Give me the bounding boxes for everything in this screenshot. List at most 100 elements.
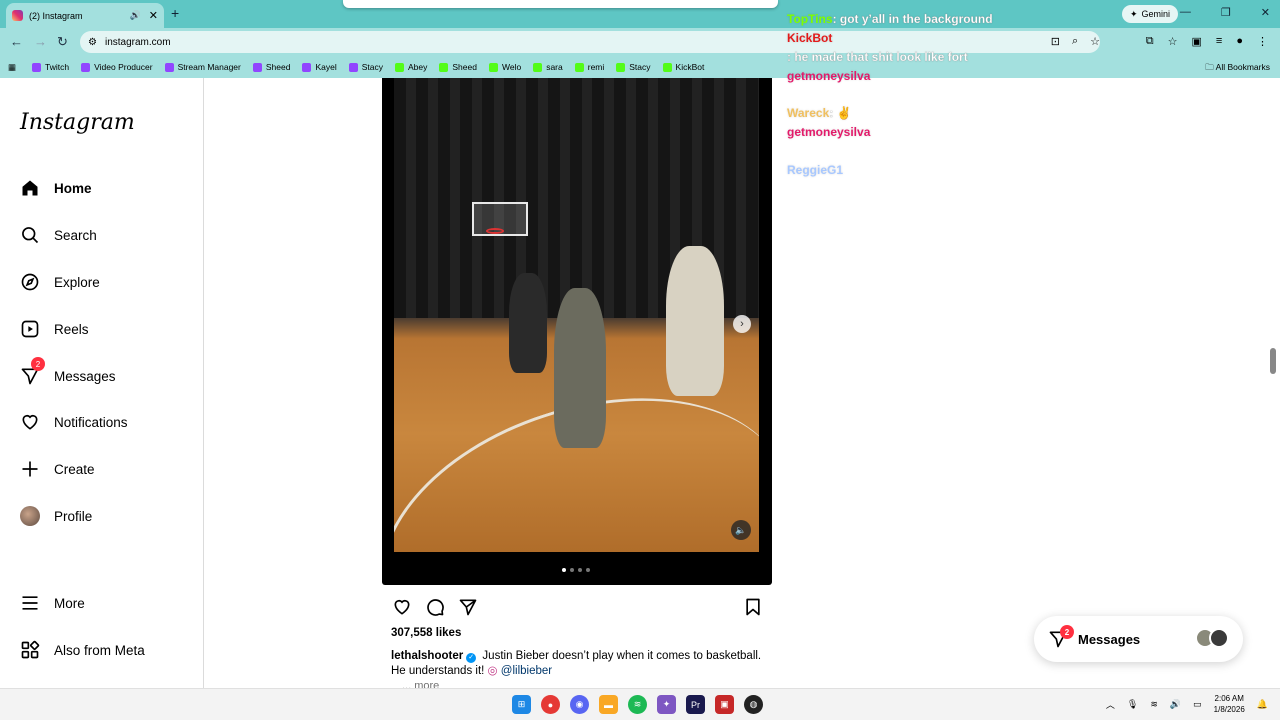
bookmark-item[interactable]: Stacy (616, 62, 651, 72)
speaker-icon[interactable]: 🔊 (130, 10, 141, 21)
bookmark-favicon-icon (302, 62, 312, 72)
premiere-icon[interactable]: Pr (686, 695, 705, 714)
close-window-icon[interactable]: ✕ (1261, 6, 1270, 19)
gemini-button[interactable]: ✦ Gemini (1122, 5, 1179, 23)
comment-button[interactable] (424, 596, 446, 618)
sidebar-item-label: Create (54, 461, 95, 477)
instagram-logo[interactable]: Instagram (20, 110, 135, 135)
discord-icon[interactable]: ◉ (570, 695, 589, 714)
bookmark-star-icon[interactable]: ☆ (1090, 35, 1100, 48)
restore-icon[interactable]: ❐ (1221, 6, 1231, 19)
volume-icon[interactable]: 🔊 (1170, 699, 1181, 710)
menu-icon[interactable]: ⋮ (1257, 35, 1268, 48)
all-bookmarks-button[interactable]: 🗀 All Bookmarks (1205, 62, 1270, 76)
bookmark-item[interactable]: Kayel (302, 62, 337, 72)
bookmark-label: Video Producer (94, 62, 153, 72)
sidebar-item-notifications[interactable]: Notifications (20, 412, 128, 432)
bookmark-item[interactable]: Sheed (252, 62, 290, 72)
post-username[interactable]: lethalshooter (391, 650, 463, 662)
bookmark-item[interactable]: KickBot (662, 62, 704, 72)
bookmark-item[interactable]: Welo (488, 62, 521, 72)
video-player-2 (554, 288, 606, 448)
toolbar-right: ⧉ ☆ ▣ ≡ ● ⋮ (1146, 35, 1268, 48)
sidebar-item-label: Profile (54, 508, 93, 524)
notifications-icon[interactable]: 🔔 (1257, 699, 1268, 710)
chevron-up-icon[interactable]: ︿ (1106, 698, 1115, 711)
sidebar-item-profile[interactable]: Profile (20, 506, 92, 526)
share-button[interactable] (457, 596, 479, 618)
post-caption: lethalshooter ✓ Justin Bieber doesn’t pla… (391, 649, 771, 679)
like-button[interactable] (391, 596, 413, 618)
chat-username: getmoneysilva (787, 69, 871, 83)
sidebar-item-messages[interactable]: 2 Messages (20, 357, 116, 386)
chrome-icon[interactable]: ● (541, 695, 560, 714)
bookmark-label: Stacy (361, 62, 383, 72)
sidebar-item-also-from-meta[interactable]: Also from Meta (20, 640, 145, 660)
battery-icon[interactable]: ▭ (1193, 699, 1202, 710)
browser-tab[interactable]: (2) Instagram 🔊 ✕ (6, 3, 164, 28)
bookmark-item[interactable]: Stacy (348, 62, 383, 72)
extensions-icon[interactable]: ⧉ (1146, 35, 1154, 48)
carousel-dot (578, 568, 582, 572)
save-button[interactable] (742, 596, 764, 618)
zoom-icon[interactable]: ⌕ (1072, 35, 1078, 48)
sidebar-item-explore[interactable]: Explore (20, 272, 100, 292)
windows-start-icon[interactable]: ⊞ (512, 695, 531, 714)
sidebar-item-reels[interactable]: Reels (20, 319, 89, 339)
sidebar-item-more[interactable]: More (20, 593, 85, 613)
clock[interactable]: 2:06 AM 1/8/2026 (1214, 693, 1245, 715)
back-icon[interactable]: ← (10, 34, 23, 49)
sidebar-item-search[interactable]: Search (20, 225, 97, 245)
voicemod-icon[interactable]: ▣ (715, 695, 734, 714)
minimize-icon[interactable]: — (1180, 6, 1191, 19)
install-icon[interactable]: ⊡ (1051, 35, 1060, 48)
avatar (1209, 628, 1229, 648)
wifi-icon[interactable]: ≋ (1150, 699, 1158, 710)
site-info-icon[interactable]: ⚙ (88, 37, 97, 48)
bookmark-item[interactable]: Stream Manager (164, 62, 241, 72)
bookmark-item[interactable]: remi (574, 62, 605, 72)
bookmark-item[interactable]: Abey (395, 62, 427, 72)
sidebar-item-label: Messages (54, 368, 116, 384)
page-scrollbar[interactable] (1270, 348, 1276, 374)
chat-username: TopTins (787, 12, 833, 26)
instagram-glyph-icon: ◎ (487, 665, 498, 677)
carousel-next-button[interactable]: › (733, 315, 751, 333)
window-controls: — ❐ ✕ (1180, 6, 1270, 19)
forward-icon[interactable]: → (34, 34, 47, 49)
audio-toggle-button[interactable]: 🔈 (731, 520, 751, 540)
video-rim (486, 228, 504, 234)
profile-avatar-icon[interactable]: ● (1236, 35, 1243, 48)
sidebar-item-create[interactable]: Create (20, 459, 95, 479)
bookmark-label: remi (587, 62, 605, 72)
microphone-icon[interactable]: 🎙 (1127, 699, 1138, 710)
reload-icon[interactable]: ↻ (57, 34, 68, 50)
bookmark-item[interactable]: Video Producer (81, 62, 153, 72)
apps-icon[interactable]: ▦ (8, 62, 16, 73)
sidebar-item-home[interactable]: Home (20, 178, 92, 198)
sidepanel-icon[interactable]: ▣ (1192, 35, 1202, 48)
new-tab-button[interactable]: + (171, 5, 179, 21)
messages-label: Messages (1078, 631, 1141, 647)
bookmark-item[interactable]: Twitch (32, 62, 69, 72)
obs-icon[interactable]: ◍ (744, 695, 763, 714)
caption-mention[interactable]: @lilbieber (501, 665, 552, 677)
spotify-icon[interactable]: ≋ (628, 695, 647, 714)
system-tray: ︿ 🎙 ≋ 🔊 ▭ 2:06 AM 1/8/2026 🔔 (1106, 693, 1268, 715)
like-count[interactable]: 307,558 likes (391, 627, 461, 639)
close-tab-icon[interactable]: ✕ (149, 9, 158, 22)
bookmark-item[interactable]: Sheed (439, 62, 477, 72)
copilot-icon[interactable]: ✦ (657, 695, 676, 714)
bookmark-favicon-icon (662, 62, 672, 72)
media-icon[interactable]: ≡ (1216, 35, 1222, 48)
sparkle-icon: ✦ (1130, 8, 1138, 19)
file-explorer-icon[interactable]: ▬ (599, 695, 618, 714)
bookmark-icon (746, 598, 760, 616)
post-video[interactable]: › 🔈 (394, 78, 759, 552)
browser-tab-bar: (2) Instagram 🔊 ✕ + ✦ Gemini — ❐ ✕ (0, 0, 1280, 28)
messages-pill[interactable]: 2 Messages (1034, 616, 1243, 662)
bookmark-item[interactable]: sara (533, 62, 563, 72)
bookmark-label: Stacy (629, 62, 651, 72)
reading-list-icon[interactable]: ☆ (1168, 35, 1178, 48)
chat-message: getmoneysilva (787, 69, 870, 83)
